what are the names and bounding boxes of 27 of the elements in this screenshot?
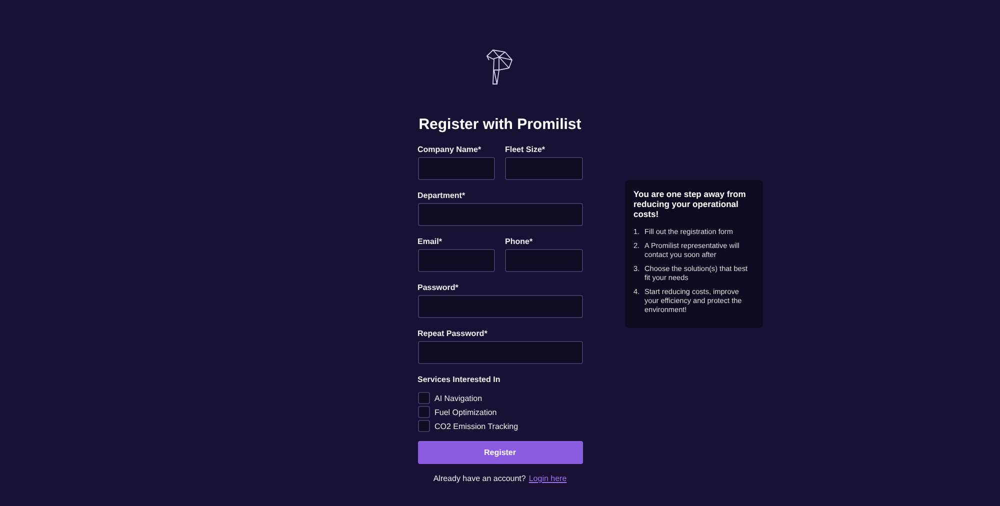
login-link[interactable]: Login here	[528, 474, 567, 483]
logo-icon	[485, 48, 515, 86]
checkbox[interactable]	[418, 392, 430, 404]
checkbox[interactable]	[418, 406, 430, 418]
section-label: Services Interested In	[418, 375, 502, 384]
field-label: Phone*	[505, 237, 534, 246]
input-field[interactable]	[418, 249, 495, 272]
input-field[interactable]	[418, 157, 495, 180]
checkbox[interactable]	[418, 420, 430, 432]
input-field[interactable]	[418, 341, 582, 364]
login-prompt: Already have an account?	[433, 474, 526, 483]
field-label: Company Name*	[418, 145, 482, 154]
page-title: Register with Promilist	[418, 116, 582, 133]
field-label: Department*	[418, 191, 466, 200]
checkbox-label: AI Navigation	[434, 394, 482, 402]
card-heading: You are one step away from reducing your operational costs!	[634, 189, 747, 220]
field-label: Repeat Password*	[418, 329, 488, 338]
input-field[interactable]	[418, 203, 582, 226]
register-button[interactable]: Register	[418, 441, 582, 464]
checkbox-label: CO2 Emission Tracking	[434, 422, 518, 430]
input-field[interactable]	[505, 249, 582, 272]
input-field[interactable]	[418, 295, 582, 318]
input-field[interactable]	[505, 157, 582, 180]
checkbox-label: Fuel Optimization	[434, 408, 497, 416]
field-label: Email*	[418, 237, 443, 246]
field-label: Fleet Size*	[505, 145, 546, 154]
field-label: Password*	[418, 283, 460, 292]
